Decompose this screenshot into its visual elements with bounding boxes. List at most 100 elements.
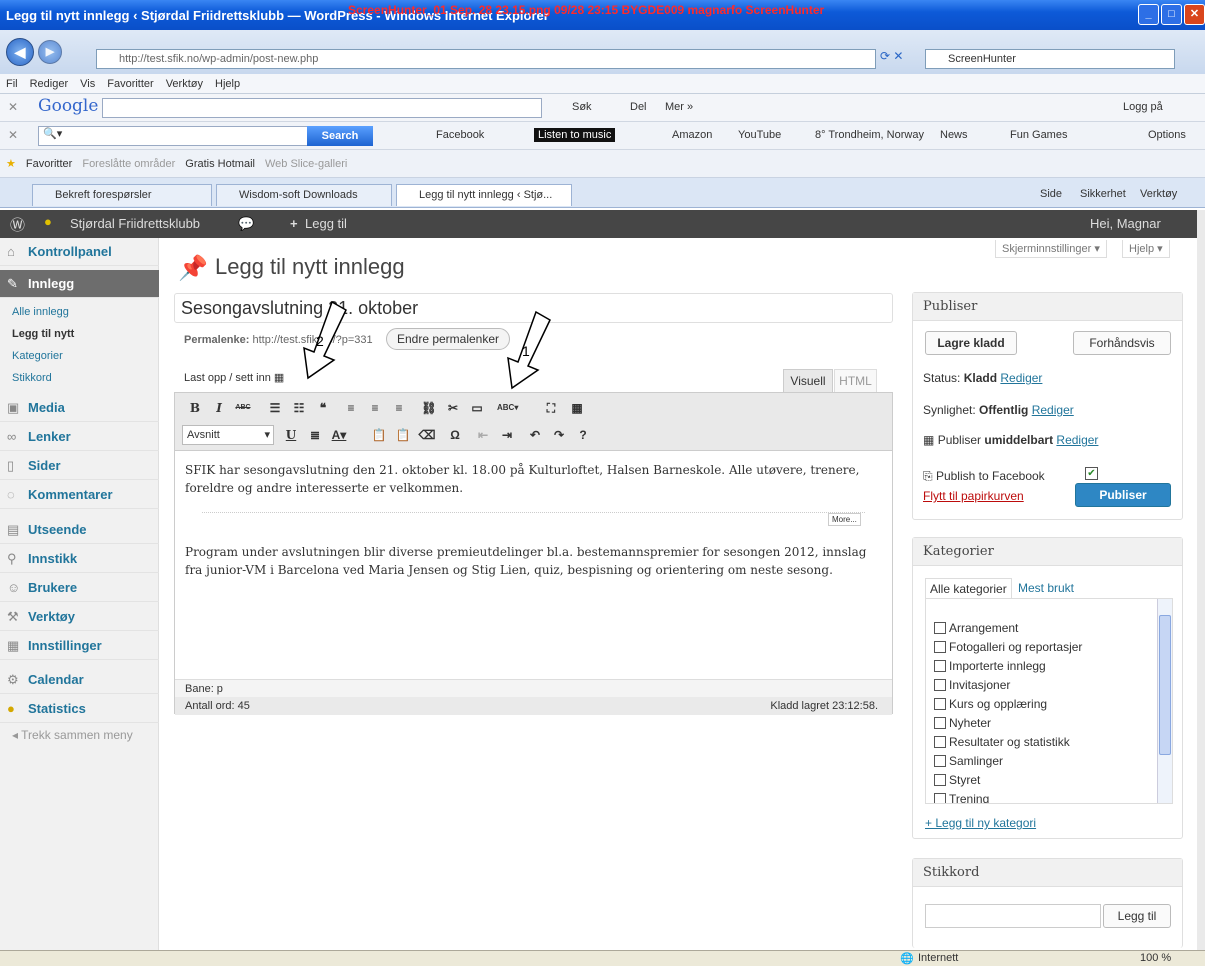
facebook-checkbox[interactable]: ✔ [1085,467,1098,480]
minimize-button[interactable]: _ [1138,4,1159,25]
menu-media[interactable]: ▣ Media [0,394,159,422]
paste-word-icon[interactable]: 📋 [393,425,413,445]
submenu-alle-innlegg[interactable]: Alle innlegg [0,306,69,318]
comments-icon[interactable]: 💬 [238,216,254,232]
menu-innstikk[interactable]: ⚲ Innstikk [0,545,159,573]
align-right-icon[interactable]: ≡ [389,398,409,418]
save-draft-button[interactable]: Lagre kladd [925,331,1017,355]
special-character-icon[interactable]: Ω [445,425,465,445]
editor-content[interactable]: SFIK har sesongavslutning den 21. oktobe… [185,461,885,497]
add-category-link[interactable]: + Legg til ny kategori [925,816,1036,830]
cmd-verktoy[interactable]: Verktøy [1140,188,1177,200]
menu-utseende[interactable]: ▤ Utseende [0,516,159,544]
tab-visual[interactable]: Visuell [783,369,833,393]
ask-search-button[interactable]: Search [307,126,373,146]
outdent-icon[interactable]: ⇤ [473,425,493,445]
menu-calendar[interactable]: ⚙ Calendar [0,666,159,694]
format-select[interactable]: Avsnitt ▾ [182,425,274,445]
ask-options-button[interactable]: Options [1148,129,1186,141]
add-media-icon[interactable]: ▦ [274,372,284,384]
screen-options-button[interactable]: Skjerminnstillinger ▾ [995,240,1107,258]
menu-favorites[interactable]: Favoritter [107,78,153,90]
collapse-menu-button[interactable]: ◂ Trekk sammen meny [0,728,133,742]
ask-search-input[interactable]: 🔍▾ [38,126,308,146]
submenu-legg-til-nytt[interactable]: Legg til nytt [0,328,74,340]
forward-button[interactable]: ▶ [38,40,62,64]
undo-icon[interactable]: ↶ [525,425,545,445]
justify-icon[interactable]: ≣ [305,425,325,445]
trash-link[interactable]: Flytt til papirkurven [923,489,1024,503]
help-button[interactable]: Hjelp ▾ [1122,240,1170,258]
numbered-list-icon[interactable]: ☷ [289,398,309,418]
web-slice-link[interactable]: Web Slice-galleri [265,158,347,170]
kitchen-sink-icon[interactable]: ▦ [567,398,587,418]
fullscreen-icon[interactable]: ⛶ [541,398,561,418]
category-item[interactable]: Arrangement [934,621,1018,635]
back-button[interactable]: ◀ [6,38,34,66]
google-more-button[interactable]: Mer » [665,101,693,113]
align-left-icon[interactable]: ≡ [341,398,361,418]
category-item[interactable]: Resultater og statistikk [934,735,1070,749]
change-permalink-button[interactable]: Endre permalenker [386,328,510,350]
menu-lenker[interactable]: ∞ Lenker [0,423,159,451]
zoom-level[interactable]: 100 % [1140,952,1171,964]
ask-facebook-button[interactable]: Facebook [436,129,484,141]
add-tag-button[interactable]: Legg til [1103,904,1171,928]
google-search-button[interactable]: Søk [572,101,592,113]
category-item[interactable]: Samlinger [934,754,1003,768]
clear-formatting-icon[interactable]: ⌫ [417,425,437,445]
underline-button[interactable]: U [281,425,301,445]
menu-statistics[interactable]: ● Statistics [0,695,159,723]
ask-games-button[interactable]: Fun Games [1010,129,1067,141]
schedule-edit-link[interactable]: Rediger [1056,433,1098,447]
unlink-icon[interactable]: ✂ [443,398,463,418]
hotmail-link[interactable]: Gratis Hotmail [185,158,255,170]
refresh-icon[interactable]: ⟳ ✕ [880,49,903,63]
visibility-edit-link[interactable]: Rediger [1032,403,1074,417]
submenu-stikkord[interactable]: Stikkord [0,372,52,384]
tab-bekreft[interactable]: Bekreft forespørsler [32,184,212,206]
tab-most-used[interactable]: Mest brukt [1018,581,1074,595]
cmd-sikkerhet[interactable]: Sikkerhet [1080,188,1126,200]
browser-search-input[interactable]: ScreenHunter [925,49,1175,69]
menu-innstillinger[interactable]: ▦ Innstillinger [0,632,159,660]
menu-kontrollpanel[interactable]: ⌂ Kontrollpanel [0,238,159,266]
insert-link-icon[interactable]: ⛓ [419,398,439,418]
redo-icon[interactable]: ↷ [549,425,569,445]
menu-view[interactable]: Vis [80,78,95,90]
cmd-side[interactable]: Side [1040,188,1062,200]
bold-button[interactable]: B [185,398,205,418]
site-name-link[interactable]: Stjørdal Friidrettsklubb [70,216,200,231]
menu-verktoy[interactable]: ⚒ Verktøy [0,603,159,631]
ask-weather-button[interactable]: 8° Trondheim, Norway [815,129,924,141]
category-item[interactable]: Invitasjoner [934,678,1010,692]
new-content-link[interactable]: Legg til [305,216,347,231]
strikethrough-button[interactable]: ABC [233,398,253,418]
google-share-button[interactable]: Del [630,101,647,113]
address-bar[interactable]: http://test.sfik.no/wp-admin/post-new.ph… [96,49,876,69]
menu-sider[interactable]: ▯ Sider [0,452,159,480]
status-edit-link[interactable]: Rediger [1000,371,1042,385]
ask-music-button[interactable]: Listen to music [534,128,616,142]
category-item[interactable]: Styret [934,773,980,787]
align-center-icon[interactable]: ≡ [365,398,385,418]
paste-text-icon[interactable]: 📋 [369,425,389,445]
bullet-list-icon[interactable]: ☰ [265,398,285,418]
indent-icon[interactable]: ⇥ [497,425,517,445]
category-scrollbar[interactable] [1157,599,1172,803]
preview-button[interactable]: Forhåndsvis [1073,331,1171,355]
category-item[interactable]: Importerte innlegg [934,659,1046,673]
menu-file[interactable]: Fil [6,78,18,90]
category-item[interactable]: Trening [934,792,989,803]
menu-tools[interactable]: Verktøy [166,78,203,90]
tab-legg-til[interactable]: Legg til nytt innlegg ‹ Stjø... [396,184,572,206]
google-login-link[interactable]: Logg på [1123,101,1163,113]
maximize-button[interactable]: □ [1161,4,1182,25]
publish-button[interactable]: Publiser [1075,483,1171,507]
menu-edit[interactable]: Rediger [30,78,69,90]
suggested-sites-link[interactable]: Foreslåtte områder [82,158,175,170]
close-toolbar-icon[interactable]: ✕ [8,128,18,142]
tab-wisdom[interactable]: Wisdom-soft Downloads [216,184,392,206]
greeting[interactable]: Hei, Magnar [1090,216,1161,231]
google-search-input[interactable] [102,98,542,118]
